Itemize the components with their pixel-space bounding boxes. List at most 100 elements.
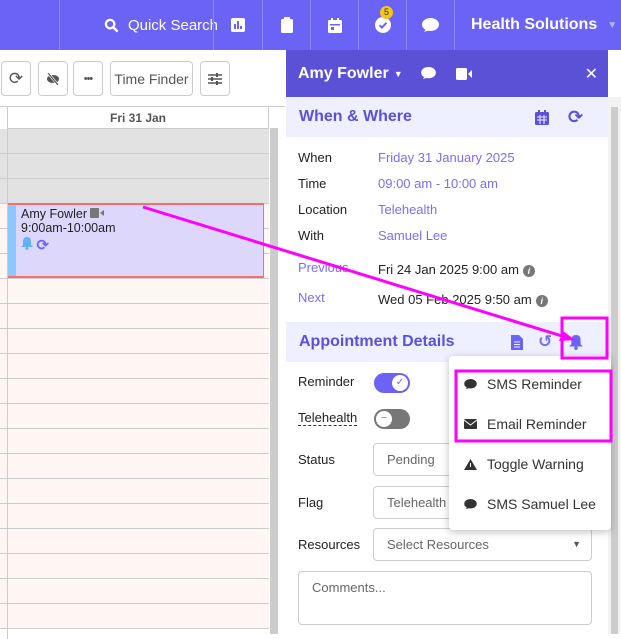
refresh-icon: ⟳ [8,68,24,88]
when-where-header: When & Where ⟳ [286,97,608,137]
calendar-icon[interactable] [535,109,549,125]
time-slot[interactable] [0,279,269,304]
panel-header: Amy Fowler ▼ ✕ [286,50,608,97]
envelope-icon [464,419,477,429]
time-value[interactable]: 09:00 am - 10:00 am [378,176,498,191]
location-value[interactable]: Telehealth [378,202,437,217]
calendar-button[interactable] [310,0,358,50]
event-patient: Amy Fowler [21,207,87,221]
menu-item-label: SMS Samuel Lee [487,496,596,512]
clipboard-button[interactable] [262,0,310,50]
event-status-bar [8,205,16,276]
time-finder-button[interactable]: Time Finder [110,61,193,96]
clipboard-icon [280,17,293,33]
time-slot[interactable] [0,379,269,404]
calendar-icon [327,17,342,33]
menu-item-toggle-warning[interactable]: Toggle Warning [449,444,611,484]
resources-select[interactable]: Select Resources ▼ [373,528,592,561]
resources-label: Resources [298,537,361,552]
check-circle-icon [374,17,391,33]
with-value[interactable]: Samuel Lee [378,228,447,243]
reminder-label: Reminder [298,374,355,389]
time-slot[interactable] [0,429,269,454]
comment-icon [464,498,477,509]
telehealth-label: Telehealth [298,410,358,426]
resources-placeholder: Select Resources [387,537,489,552]
telehealth-toggle[interactable]: − [374,409,410,429]
time-slot[interactable] [0,304,269,329]
history-icon[interactable]: ↺ [538,332,552,352]
messages-button[interactable] [406,0,454,50]
time-slot[interactable] [0,579,269,604]
appointment-panel: Amy Fowler ▼ ✕ When & Where ⟳ When Frida… [286,50,608,634]
time-slot[interactable] [0,354,269,379]
comment-icon [422,17,439,32]
menu-item-label: Email Reminder [487,416,587,432]
menu-item-email-reminder[interactable]: Email Reminder [449,404,611,444]
time-slot[interactable] [0,604,269,629]
day-header[interactable]: Fri 31 Jan [7,107,269,129]
section-title: Appointment Details [299,333,455,350]
time-slot[interactable] [0,154,269,179]
patient-name-dropdown[interactable]: Amy Fowler [298,65,389,83]
time-slot[interactable] [0,479,269,504]
menu-item-sms-samuel-lee[interactable]: SMS Samuel Lee [449,484,611,524]
tasks-button[interactable]: 5 [358,0,406,50]
time-slot[interactable] [0,404,269,429]
next-value: Wed 05 Feb 2025 9:50 am [378,292,532,307]
reports-button[interactable] [213,0,262,50]
time-slot[interactable] [0,129,269,154]
info-icon[interactable]: i [535,294,548,307]
time-slot[interactable] [0,529,269,554]
bell-icon[interactable] [569,334,583,350]
time-slot[interactable] [0,179,269,204]
comment-icon [464,378,477,389]
notification-badge: 5 [380,6,393,19]
bell-icon [21,237,33,250]
minus-icon: − [376,411,392,427]
calendar-grid: Fri 31 Jan [0,106,285,639]
close-icon[interactable]: ✕ [585,64,598,84]
appointment-event[interactable]: Amy Fowler 9:00am-10:00am ⟳ [8,203,264,278]
document-icon[interactable] [511,334,523,350]
more-button[interactable]: ••• [73,61,103,96]
reminder-toggle[interactable]: ✓ [374,373,410,393]
status-label: Status [298,452,335,467]
video-icon [90,208,105,218]
when-label: When [298,150,332,165]
recurring-icon: ⟳ [36,237,50,254]
org-selector[interactable]: Health Solutions ▼ [454,0,621,50]
time-slot[interactable] [0,504,269,529]
refresh-icon[interactable]: ⟳ [568,107,583,128]
menu-item-sms-reminder[interactable]: SMS Reminder [449,364,611,404]
org-name: Health Solutions [471,16,598,33]
time-label: Time [298,176,327,191]
time-slot[interactable] [0,554,269,579]
menu-item-label: SMS Reminder [487,376,582,392]
video-icon[interactable] [455,67,472,80]
hide-button[interactable] [38,61,68,96]
next-link[interactable]: Next [298,290,325,305]
filter-settings-button[interactable] [200,61,230,96]
reminder-dropdown-menu: SMS Reminder Email Reminder Toggle Warni… [449,356,611,530]
quick-search-label: Quick Search [127,16,219,34]
previous-link[interactable]: Previous [298,260,349,275]
time-slot[interactable] [0,454,269,479]
calendar-scrollbar[interactable] [270,128,278,634]
refresh-button[interactable]: ⟳ [1,61,31,96]
search-icon [104,18,119,32]
chart-icon [231,18,245,32]
comments-textarea[interactable]: Comments... [298,571,592,625]
menu-item-label: Toggle Warning [487,456,584,472]
when-value[interactable]: Friday 31 January 2025 [378,150,515,165]
location-label: Location [298,202,348,217]
caret-down-icon[interactable]: ▼ [394,69,403,79]
info-icon[interactable]: i [522,264,535,277]
warning-icon [464,458,477,470]
comment-icon[interactable] [420,67,436,80]
caret-down-icon: ▼ [572,539,581,549]
time-slot[interactable] [0,329,269,354]
flag-label: Flag [298,495,324,510]
check-icon: ✓ [392,375,408,391]
section-title: When & Where [299,108,412,125]
